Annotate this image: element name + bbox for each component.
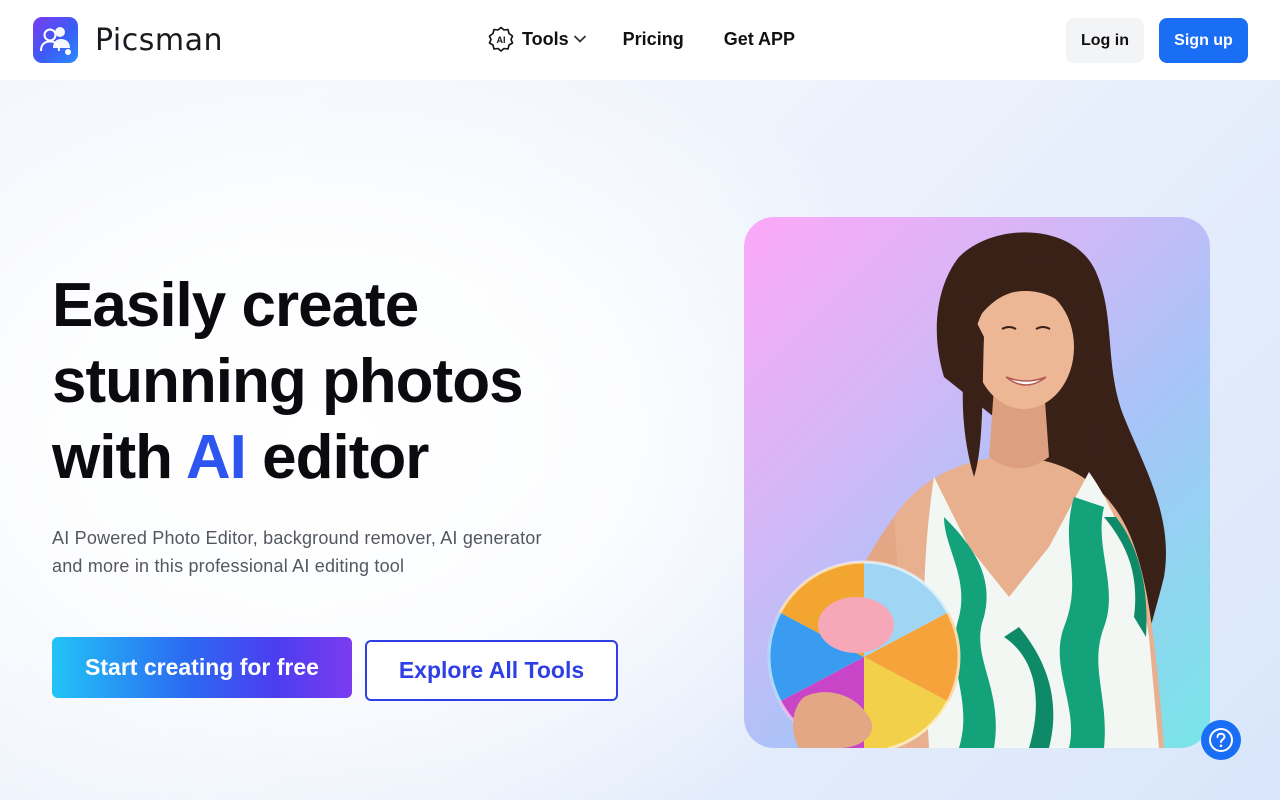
explore-all-tools-button[interactable]: Explore All Tools xyxy=(365,640,618,701)
login-button[interactable]: Log in xyxy=(1066,18,1144,63)
main-nav: AI Tools Pricing Get APP xyxy=(488,26,795,52)
ai-badge-icon: AI xyxy=(488,26,514,52)
hero-subtitle-line2: and more in this professional AI editing… xyxy=(52,556,405,576)
hero-title-line3-post: editor xyxy=(245,423,429,492)
hero-subtitle-line1: AI Powered Photo Editor, background remo… xyxy=(52,528,542,548)
hero-subtitle: AI Powered Photo Editor, background remo… xyxy=(52,524,612,580)
help-button[interactable] xyxy=(1201,720,1241,760)
question-circle-icon xyxy=(1209,728,1233,752)
nav-get-app-link[interactable]: Get APP xyxy=(724,29,795,50)
site-header: Picsman AI Tools Pricing Get APP Log in … xyxy=(0,0,1280,80)
brand-logo[interactable]: Picsman xyxy=(33,17,223,63)
hero-title-line1: Easily create xyxy=(52,271,419,340)
signup-button[interactable]: Sign up xyxy=(1159,18,1248,63)
hero-title-line3-pre: with xyxy=(52,423,186,492)
nav-tools-label: Tools xyxy=(522,28,569,49)
hero-title-ai-highlight: AI xyxy=(185,423,247,492)
hero-photo xyxy=(744,217,1210,748)
chevron-down-icon xyxy=(573,35,586,43)
ai-badge-text: AI xyxy=(497,35,506,45)
hero-title: Easily create stunning photos with AI ed… xyxy=(52,268,524,496)
hero-section: Easily create stunning photos with AI ed… xyxy=(0,80,1280,800)
nav-tools-menu[interactable]: AI Tools xyxy=(488,26,587,52)
brand-name: Picsman xyxy=(95,22,224,58)
user-group-logo-icon xyxy=(33,17,78,63)
start-creating-button[interactable]: Start creating for free xyxy=(52,637,352,698)
nav-pricing-link[interactable]: Pricing xyxy=(623,29,684,50)
hero-title-line2: stunning photos xyxy=(52,347,524,416)
